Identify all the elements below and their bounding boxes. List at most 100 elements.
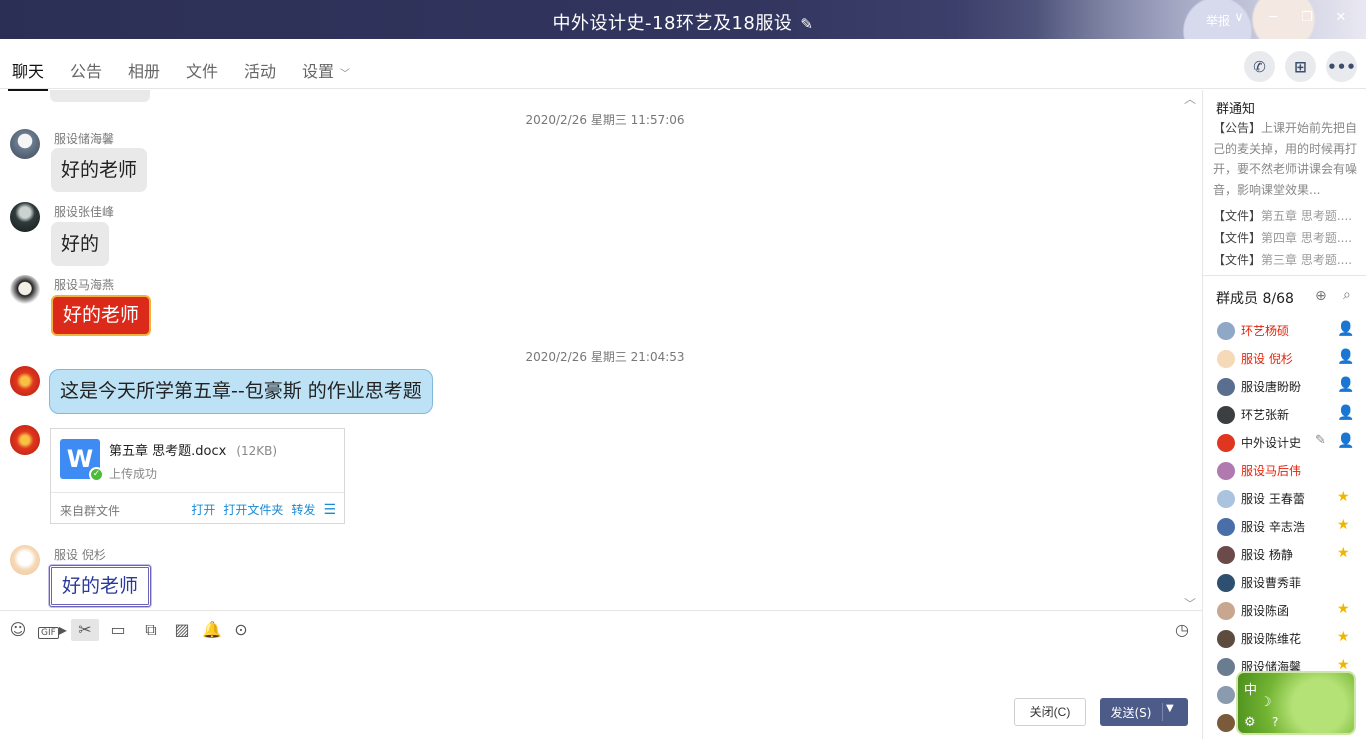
report-link[interactable]: 举报	[1206, 12, 1230, 29]
scissors-icon[interactable]: ✂	[71, 619, 99, 641]
folder-icon[interactable]: ▭	[106, 619, 130, 641]
history-clock-icon[interactable]: ◷	[1170, 619, 1194, 641]
tab-settings[interactable]: 设置 ﹀	[302, 58, 350, 82]
sender-name: 服设张佳峰	[54, 205, 115, 219]
close-button[interactable]: 关闭(C)	[1014, 698, 1086, 726]
title-bar: 中外设计史-18环艺及18服设 ✎ 举报 ∨ ─ ❐ ✕	[0, 0, 1366, 39]
image-icon[interactable]: ▨	[170, 619, 194, 641]
help-icon[interactable]: ?	[1272, 715, 1278, 729]
emoji-icon[interactable]: ☺	[6, 619, 30, 641]
avatar	[1217, 518, 1235, 536]
file-link[interactable]: 【文件】第三章 思考题....	[1213, 249, 1361, 271]
more-tools-icon[interactable]: ⊙	[229, 619, 253, 641]
member-item[interactable]: 环艺杨硕 👤	[1203, 318, 1366, 346]
more-button[interactable]: •••	[1326, 51, 1357, 82]
divider	[1203, 275, 1366, 276]
member-item[interactable]: 服设陈函 ★	[1203, 598, 1366, 626]
file-size: (12KB)	[236, 444, 278, 458]
add-chat-button[interactable]: ⊞	[1285, 51, 1316, 82]
admin-icon: 👤	[1337, 321, 1355, 337]
star-icon: ★	[1337, 517, 1350, 533]
file-name[interactable]: 第五章 思考题.docx (12KB)	[109, 440, 277, 459]
member-item[interactable]: 服设曹秀菲	[1203, 570, 1366, 598]
message-bubble[interactable]: 这是今天所学第五章--包豪斯 的作业思考题	[49, 369, 433, 414]
message-bubble[interactable]: 好的老师	[51, 148, 148, 192]
ime-language-indicator[interactable]: 中	[1244, 679, 1257, 698]
avatar[interactable]	[10, 545, 40, 575]
open-folder-link[interactable]: 打开文件夹	[223, 501, 283, 518]
moon-icon: ☽	[1260, 695, 1272, 710]
avatar	[1217, 546, 1235, 564]
notice-tag: 【公告】	[1213, 121, 1262, 135]
edit-icon[interactable]: ✎	[1315, 433, 1326, 448]
admin-icon: 👤	[1337, 377, 1355, 393]
maximize-icon[interactable]: ❐	[1300, 10, 1314, 25]
tab-album[interactable]: 相册	[128, 58, 160, 82]
group-name: 中外设计史-18环艺及18服设	[552, 13, 793, 34]
tab-activities[interactable]: 活动	[244, 58, 276, 82]
file-link[interactable]: 【文件】第五章 思考题....	[1213, 205, 1361, 227]
member-item[interactable]: 服设陈维花 ★	[1203, 626, 1366, 654]
avatar	[1217, 602, 1235, 620]
message-bubble[interactable]: 好的老师	[49, 565, 152, 607]
gear-icon[interactable]: ⚙	[1244, 715, 1256, 730]
tab-bar: 聊天 公告 相册 文件 活动 设置 ﹀ ✆ ⊞ •••	[0, 39, 1366, 91]
member-item[interactable]: 服设 王春蕾 ★	[1203, 486, 1366, 514]
avatar[interactable]	[10, 366, 40, 396]
bell-icon[interactable]: 🔔	[200, 619, 224, 641]
send-label: 发送(S)	[1110, 706, 1152, 720]
send-button[interactable]: 发送(S) ▼	[1100, 698, 1188, 726]
notice-files: 【文件】第五章 思考题.... 【文件】第四章 思考题.... 【文件】第三章 …	[1213, 205, 1361, 271]
tab-files[interactable]: 文件	[186, 58, 218, 82]
file-link[interactable]: 【文件】第四章 思考题....	[1213, 227, 1361, 249]
members-title: 群成员 8/68	[1216, 291, 1294, 307]
avatar	[1217, 462, 1235, 480]
star-icon: ★	[1337, 601, 1350, 617]
group-notice[interactable]: 【公告】上课开始前先把自己的麦关掉，用的时候再打开，要不然老师讲课会有噪音，影响…	[1213, 118, 1359, 200]
message-bubble[interactable]: 好的	[51, 222, 110, 266]
member-item[interactable]: 服设唐盼盼 👤	[1203, 374, 1366, 402]
phone-call-button[interactable]: ✆	[1244, 51, 1275, 82]
member-item[interactable]: 中外设计史 ✎ 👤	[1203, 430, 1366, 458]
menu-icon[interactable]: ☰	[323, 502, 336, 518]
star-icon: ★	[1337, 489, 1350, 505]
avatar[interactable]	[10, 425, 40, 455]
file-message-card[interactable]: W ✓ 第五章 思考题.docx (12KB) 上传成功 来自群文件 打开 打开文…	[50, 428, 345, 524]
edit-icon[interactable]: ✎	[800, 15, 813, 33]
tab-announcements[interactable]: 公告	[70, 58, 102, 82]
open-file-link[interactable]: 打开	[191, 501, 215, 518]
invite-member-icon[interactable]: ⊕	[1315, 288, 1327, 304]
file-link-text: 第三章 思考题....	[1261, 253, 1353, 267]
member-name: 服设 王春蕾	[1241, 492, 1305, 506]
divider	[1162, 703, 1163, 721]
scroll-down-icon[interactable]: ﹀	[1184, 595, 1196, 610]
chat-history[interactable]: ︿ 2020/2/26 星期三 11:57:06 服设储海馨 好的老师 服设张佳…	[0, 90, 1202, 610]
avatar	[1217, 490, 1235, 508]
avatar[interactable]	[10, 129, 40, 159]
doc-icon[interactable]: ⧉	[139, 619, 163, 641]
member-item[interactable]: 服设 杨静 ★	[1203, 542, 1366, 570]
file-link-text: 第四章 思考题....	[1261, 231, 1353, 245]
avatar[interactable]	[10, 275, 40, 305]
scroll-up-icon[interactable]: ︿	[1184, 90, 1196, 107]
forward-link[interactable]: 转发	[291, 501, 315, 518]
message-input-area[interactable]: ☺ GIF ▸ ✂ ▭ ⧉ ▨ 🔔 ⊙ ◷ 关闭(C) 发送(S) ▼	[0, 610, 1202, 739]
chevron-down-icon: ﹀	[340, 69, 351, 80]
gif-icon[interactable]: GIF ▸	[38, 619, 67, 641]
member-item[interactable]: 服设马后伟	[1203, 458, 1366, 486]
ime-status-widget[interactable]: 中 ☽ ⚙ ?	[1236, 671, 1356, 735]
member-item[interactable]: 服设 辛志浩 ★	[1203, 514, 1366, 542]
chevron-down-icon[interactable]: ∨	[1232, 10, 1246, 25]
admin-icon: 👤	[1337, 405, 1355, 421]
timestamp: 2020/2/26 星期三 11:57:06	[525, 113, 685, 127]
member-item[interactable]: 服设 倪杉 👤	[1203, 346, 1366, 374]
send-options-dropdown[interactable]: ▼	[1166, 703, 1174, 714]
close-icon[interactable]: ✕	[1334, 10, 1348, 25]
tab-chat[interactable]: 聊天	[7, 58, 49, 91]
minimize-icon[interactable]: ─	[1266, 10, 1280, 25]
member-item[interactable]: 环艺张新 👤	[1203, 402, 1366, 430]
search-icon[interactable]: ⌕	[1343, 287, 1351, 303]
avatar	[1217, 350, 1235, 368]
message-bubble[interactable]: 好的老师	[51, 295, 152, 336]
avatar[interactable]	[10, 202, 40, 232]
